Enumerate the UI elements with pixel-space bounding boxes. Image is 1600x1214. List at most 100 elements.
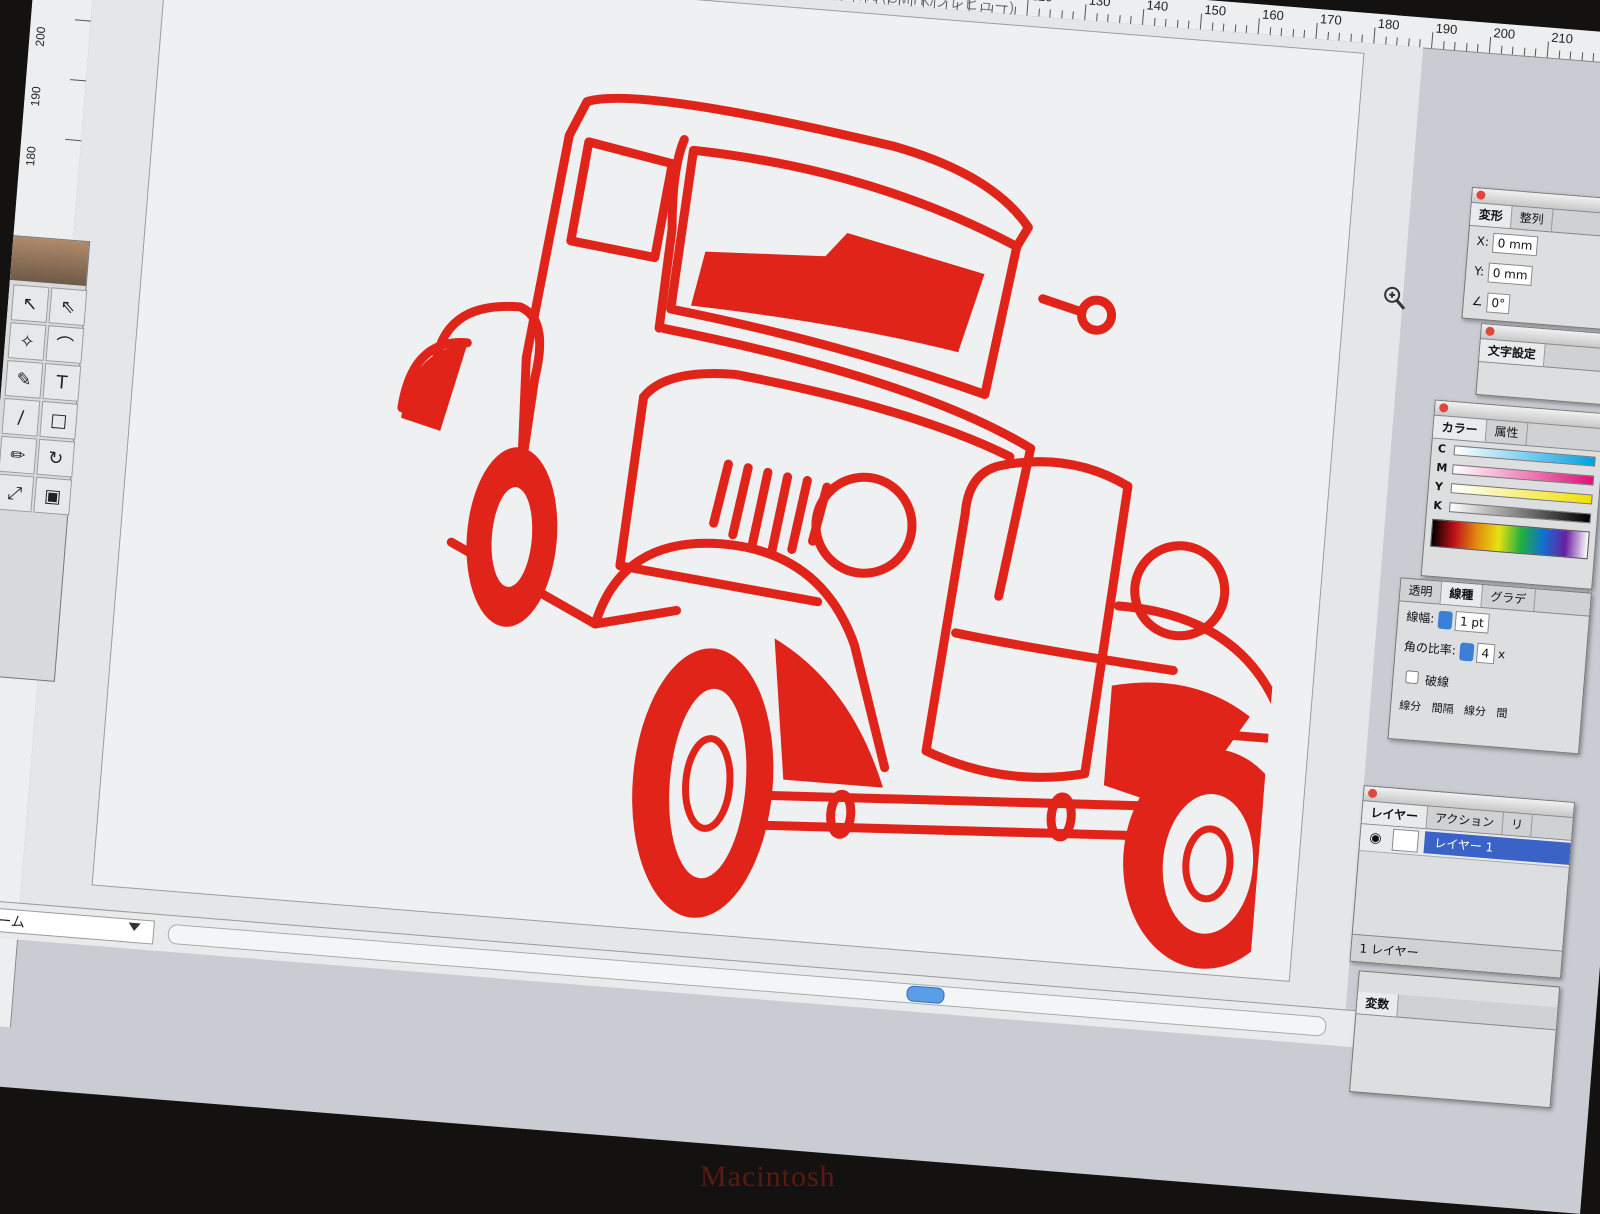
ruler-minor-tick	[1362, 35, 1364, 43]
monitor-screen: …-3:25% (CMYK/プレビュー) 8090100110120130140…	[0, 0, 1600, 1214]
character-panel: 文字設定	[1475, 323, 1600, 405]
transform-panel: 変形 整列 X: 0 mm Y: 0 mm ∠ 0°	[1461, 187, 1600, 331]
palette-header-image	[10, 236, 89, 286]
weight-label: 線幅:	[1406, 610, 1435, 626]
ruler-tick-label: 190	[1435, 20, 1458, 37]
miter-stepper[interactable]	[1459, 642, 1474, 661]
ruler-minor-tick	[1073, 11, 1075, 19]
y-field[interactable]: 0 mm	[1487, 262, 1533, 286]
ruler-minor-tick	[1165, 19, 1167, 27]
ruler-tick-label: 130	[1088, 0, 1111, 9]
ruler-tick	[75, 19, 91, 21]
ruler-tick	[1142, 9, 1144, 25]
scale-tool-icon[interactable]: ⤢	[0, 474, 34, 513]
ruler-tick	[1373, 28, 1375, 44]
chevron-down-icon[interactable]	[128, 923, 141, 932]
tab-color[interactable]: カラー	[1433, 416, 1488, 442]
close-icon[interactable]	[1476, 190, 1486, 200]
rectangle-tool-icon[interactable]: □	[39, 401, 78, 440]
ruler-tick	[1026, 0, 1028, 16]
ruler-minor-tick	[1512, 47, 1514, 55]
ruler-tick-label: 140	[1146, 0, 1169, 14]
channel-y: Y	[1434, 480, 1451, 494]
ruler-minor-tick	[1593, 53, 1595, 61]
layer-thumbnail	[1392, 829, 1420, 853]
scrollbar-thumb[interactable]	[906, 985, 945, 1004]
ruler-minor-tick	[1269, 27, 1271, 35]
ruler-minor-tick	[1339, 33, 1341, 41]
weight-field[interactable]: 1 pt	[1454, 611, 1489, 634]
ruler-minor-tick	[1211, 23, 1213, 31]
weight-stepper[interactable]	[1437, 611, 1452, 630]
ruler-minor-tick	[1130, 16, 1132, 24]
ruler-minor-tick	[1107, 14, 1109, 22]
gap-label: 間隔	[1431, 701, 1454, 716]
ruler-minor-tick	[1350, 34, 1352, 42]
ruler-tick	[1084, 4, 1086, 20]
ruler-tick-label: 210	[1551, 30, 1574, 47]
ruler-minor-tick	[1304, 30, 1306, 38]
ruler-tick-label: 180	[23, 146, 39, 167]
ruler-tick-label: 200	[33, 26, 49, 47]
selection-tool-icon[interactable]: ↖	[11, 284, 50, 323]
miter-field[interactable]: 4	[1476, 643, 1495, 664]
tab-align[interactable]: 整列	[1511, 206, 1554, 231]
vintage-truck-artwork[interactable]	[272, 42, 1318, 978]
ruler-minor-tick	[1281, 28, 1283, 36]
miter-suffix: x	[1497, 647, 1505, 662]
zoom-cursor-icon	[1381, 284, 1409, 312]
type-tool-icon[interactable]: T	[42, 363, 81, 402]
lasso-tool-icon[interactable]: ⌒	[45, 325, 84, 364]
ruler-tick-label: 180	[1377, 16, 1400, 33]
magic-wand-tool-icon[interactable]: ✧	[8, 322, 47, 361]
ruler-minor-tick	[1234, 24, 1236, 32]
tab-variables[interactable]: 変数	[1356, 991, 1399, 1016]
ruler-tick-label: 160	[1262, 7, 1285, 24]
channel-k: K	[1433, 499, 1450, 513]
ruler-tick-label: 150	[1204, 2, 1227, 19]
channel-c: C	[1437, 442, 1454, 456]
ruler-tick-label: 190	[28, 86, 44, 107]
ruler-tick	[65, 139, 81, 141]
ruler-minor-tick	[1177, 20, 1179, 28]
free-transform-tool-icon[interactable]: ▣	[33, 477, 72, 516]
pen-tool-icon[interactable]: ✎	[5, 360, 44, 399]
tab-transform[interactable]: 変形	[1470, 203, 1513, 228]
x-field[interactable]: 0 mm	[1492, 233, 1538, 257]
channel-m: M	[1436, 461, 1453, 475]
tab-attributes[interactable]: 属性	[1486, 420, 1529, 445]
ruler-minor-tick	[1558, 50, 1560, 58]
close-icon[interactable]	[1439, 403, 1449, 413]
direct-selection-tool-icon[interactable]: ⇖	[49, 287, 88, 326]
line-tool-icon[interactable]: ∕	[2, 398, 41, 437]
pencil-tool-icon[interactable]: ✏	[0, 436, 37, 475]
ruler-minor-tick	[1015, 7, 1017, 15]
angle-field[interactable]: 0°	[1486, 292, 1511, 314]
ruler-minor-tick	[1246, 25, 1248, 33]
tab-gradient[interactable]: グラデ	[1481, 585, 1536, 611]
ruler-tick	[1258, 18, 1260, 34]
ruler-minor-tick	[1477, 44, 1479, 52]
ruler-tick	[1431, 32, 1433, 48]
ruler-minor-tick	[1454, 42, 1456, 50]
eye-icon[interactable]: ◉	[1364, 829, 1387, 847]
dashed-label: 破線	[1425, 674, 1450, 690]
document-canvas[interactable]	[20, 0, 1423, 1009]
dashed-checkbox[interactable]	[1405, 670, 1419, 684]
tab-transparency[interactable]: 透明	[1400, 578, 1443, 603]
ruler-tick	[1489, 37, 1491, 53]
tab-links[interactable]: リ	[1502, 812, 1533, 836]
ruler-tick-label: 170	[1319, 11, 1342, 28]
close-icon[interactable]	[1368, 789, 1378, 799]
ruler-minor-tick	[1581, 52, 1583, 60]
dash-label: 線分	[1464, 704, 1487, 719]
ruler-minor-tick	[1292, 29, 1294, 37]
tab-stroke[interactable]: 線種	[1441, 582, 1484, 607]
ruler-minor-tick	[1419, 39, 1421, 47]
ruler-minor-tick	[1096, 13, 1098, 21]
ruler-minor-tick	[1154, 18, 1156, 26]
ruler-tick	[1547, 42, 1549, 58]
rotate-tool-icon[interactable]: ↻	[36, 439, 75, 478]
stroke-panel: 透明 線種 グラデ 線幅: 1 pt 角の比率: 4 x 破線 線分 間隔 線分…	[1388, 577, 1592, 754]
close-icon[interactable]	[1485, 326, 1495, 336]
